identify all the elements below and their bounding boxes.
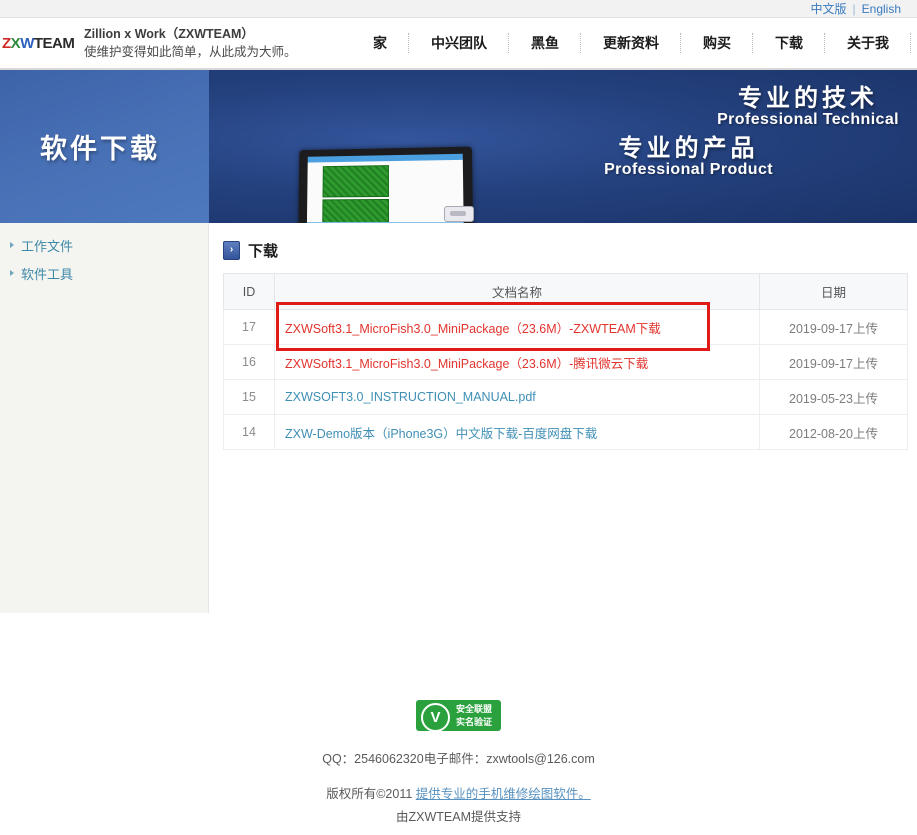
language-link-english[interactable]: English	[862, 2, 901, 16]
pcb-diagram-top	[322, 165, 389, 198]
security-verification-badge[interactable]: V 安全联盟 实名验证	[416, 700, 501, 732]
screen-body	[306, 159, 464, 223]
table-row: 14 ZXW-Demo版本（iPhone3G）中文版下载-百度网盘下载 2012…	[223, 414, 908, 450]
usb-dongle	[444, 206, 474, 222]
sidebar: 工作文件 软件工具	[0, 223, 209, 613]
column-header-id: ID	[223, 273, 275, 310]
laptop-illustration	[268, 146, 498, 223]
copyright-link[interactable]: 提供专业的手机维修绘图软件。	[416, 787, 591, 801]
cell-id: 17	[223, 309, 275, 345]
column-header-document-name: 文档名称	[274, 273, 760, 310]
main-panel: › 下载 ID 文档名称 日期 17 ZXWSoft3.1_MicroFish3…	[209, 223, 917, 450]
banner-slogan-technical-en: Professional Technical	[717, 111, 899, 128]
cell-id: 15	[223, 379, 275, 415]
sidebar-item-work-files[interactable]: 工作文件	[0, 231, 208, 259]
cell-date: 2019-05-23上传	[759, 379, 908, 415]
chevron-right-icon	[10, 270, 14, 276]
cell-document-name: ZXWSoft3.1_MicroFish3.0_MiniPackage（23.6…	[274, 309, 760, 345]
table-body: 17 ZXWSoft3.1_MicroFish3.0_MiniPackage（2…	[223, 309, 908, 450]
main-navigation: 家 中兴团队 黑鱼 更新资料 购买 下载 关于我	[351, 17, 917, 69]
contact-info: QQ：2546062320电子邮件：zxwtools@126.com	[322, 752, 595, 766]
sidebar-item-label: 工作文件	[21, 238, 74, 254]
nav-item-download[interactable]: 下载	[753, 17, 825, 69]
nav-item-purchase[interactable]: 购买	[681, 17, 753, 69]
copyright-line: 版权所有©2011 提供专业的手机维修绘图软件。	[0, 783, 917, 802]
cell-document-name: ZXW-Demo版本（iPhone3G）中文版下载-百度网盘下载	[274, 414, 760, 450]
banner-slogan-product-en: Professional Product	[604, 161, 773, 178]
cell-id: 14	[223, 414, 275, 450]
badge-line-1: 安全联盟	[455, 704, 492, 714]
nav-item-zte-team[interactable]: 中兴团队	[409, 17, 509, 69]
cell-date: 2012-08-20上传	[759, 414, 908, 450]
chevron-right-icon	[10, 242, 14, 248]
brand-slogan: Zillion x Work（ZXWTEAM） 使维护变得如此简单，从此成为大师…	[84, 25, 297, 61]
badge-line-2: 实名验证	[455, 716, 492, 727]
logo-letter-x: X	[10, 34, 21, 52]
powered-by: 由ZXWTEAM提供支持	[396, 810, 521, 824]
logo-letters-team: TEAM	[33, 34, 75, 52]
hero-banner: 专业的技术 Professional Technical 专业的产品 Profe…	[0, 70, 917, 223]
banner-slogan-product: 专业的产品 Professional Product	[604, 128, 773, 179]
language-bar: 中文版 | English	[0, 0, 917, 18]
table-row: 16 ZXWSoft3.1_MicroFish3.0_MiniPackage（2…	[223, 344, 908, 380]
banner-left-panel: 软件下载	[0, 70, 209, 223]
verified-check-icon: V	[421, 703, 450, 732]
download-link[interactable]: ZXWSOFT3.0_INSTRUCTION_MANUAL.pdf	[285, 390, 536, 404]
site-footer: V 安全联盟 实名验证 QQ：2546062320电子邮件：zxwtools@1…	[0, 700, 917, 825]
download-link[interactable]: ZXWSoft3.1_MicroFish3.0_MiniPackage（23.6…	[285, 357, 648, 371]
breadcrumb: › 下载	[223, 237, 907, 263]
laptop-screen	[306, 153, 464, 223]
banner-slogan-technical: 专业的技术 Professional Technical	[717, 78, 899, 129]
language-separator: |	[852, 1, 856, 16]
cell-date: 2019-09-17上传	[759, 309, 908, 345]
table-row: 15 ZXWSOFT3.0_INSTRUCTION_MANUAL.pdf 201…	[223, 379, 908, 415]
cell-id: 16	[223, 344, 275, 380]
nav-item-about[interactable]: 关于我	[825, 17, 911, 69]
sidebar-item-label: 软件工具	[21, 266, 74, 282]
page-title: 下载	[248, 242, 279, 260]
download-link[interactable]: ZXW-Demo版本（iPhone3G）中文版下载-百度网盘下载	[285, 427, 597, 441]
sidebar-item-software-tools[interactable]: 软件工具	[0, 259, 208, 287]
column-header-date: 日期	[759, 273, 908, 310]
table-row: 17 ZXWSoft3.1_MicroFish3.0_MiniPackage（2…	[223, 309, 908, 345]
badge-text: 安全联盟 实名验证	[450, 703, 498, 728]
pcb-diagram-bottom	[322, 198, 389, 223]
banner-slogan-product-cn: 专业的产品	[618, 136, 759, 162]
download-table-wrapper: ID 文档名称 日期 17 ZXWSoft3.1_MicroFish3.0_Mi…	[223, 273, 908, 450]
nav-item-updates[interactable]: 更新资料	[581, 17, 681, 69]
download-table: ID 文档名称 日期 17 ZXWSoft3.1_MicroFish3.0_Mi…	[223, 273, 908, 450]
language-link-chinese[interactable]: 中文版	[811, 0, 847, 17]
nav-item-blackfish[interactable]: 黑鱼	[509, 17, 581, 69]
download-link[interactable]: ZXWSoft3.1_MicroFish3.0_MiniPackage（23.6…	[285, 322, 661, 336]
cell-date: 2019-09-17上传	[759, 344, 908, 380]
cell-document-name: ZXWSoft3.1_MicroFish3.0_MiniPackage（23.6…	[274, 344, 760, 380]
nav-item-home[interactable]: 家	[351, 17, 409, 69]
site-logo[interactable]: ZXWTEAM	[2, 34, 75, 52]
brand-tagline: 使维护变得如此简单，从此成为大师。	[84, 45, 297, 59]
table-header-row: ID 文档名称 日期	[223, 273, 908, 310]
site-header: ZXWTEAM Zillion x Work（ZXWTEAM） 使维护变得如此简…	[0, 18, 917, 70]
chevron-right-box-icon: ›	[223, 240, 240, 260]
banner-slogan-technical-cn: 专业的技术	[738, 86, 879, 112]
logo-letter-z: Z	[2, 34, 11, 52]
banner-title: 软件下载	[40, 134, 160, 164]
logo-letter-w: W	[20, 34, 34, 52]
brand-name: Zillion x Work（ZXWTEAM）	[84, 26, 254, 41]
cell-document-name: ZXWSOFT3.0_INSTRUCTION_MANUAL.pdf	[274, 379, 760, 415]
copyright-prefix: 版权所有©2011	[326, 787, 416, 801]
table-header: ID 文档名称 日期	[223, 273, 908, 310]
